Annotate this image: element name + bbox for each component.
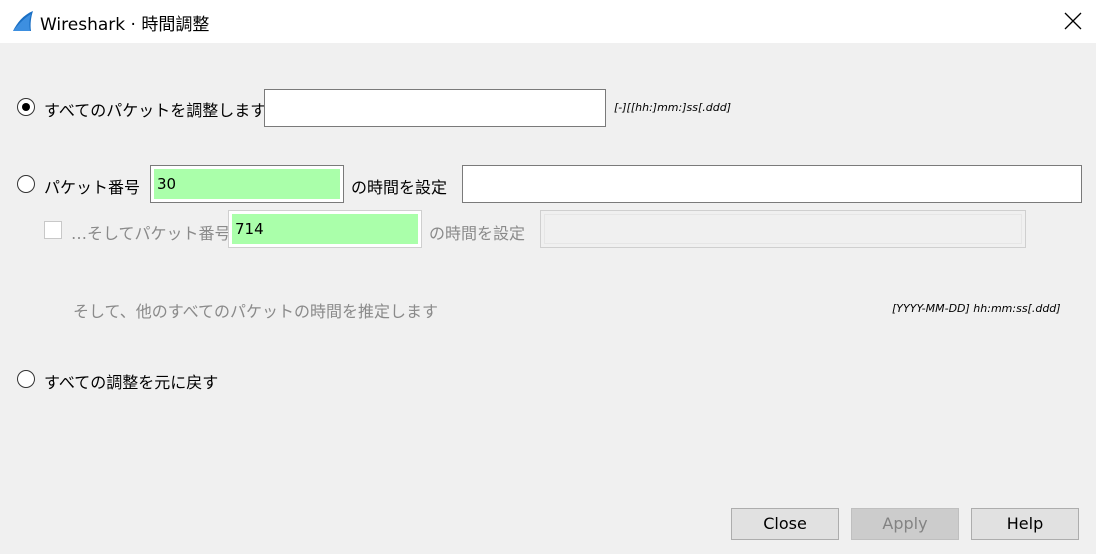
help-button[interactable]: Help: [971, 508, 1079, 540]
packet-number-value: 30: [154, 169, 340, 199]
undo-all-label[interactable]: すべての調整を元に戻す: [44, 369, 218, 393]
undo-all-radio[interactable]: [17, 370, 35, 388]
adjust-all-label[interactable]: すべてのパケットを調整します: [44, 97, 266, 121]
window-title: Wireshark · 時間調整: [40, 15, 210, 35]
second-packet-checkbox[interactable]: [44, 221, 62, 239]
wireshark-fin-icon: [13, 11, 33, 31]
set-time-label: の時間を設定: [351, 178, 448, 197]
adjust-all-radio[interactable]: [17, 98, 35, 116]
apply-button[interactable]: Apply: [851, 508, 959, 540]
packet-number-label[interactable]: パケット番号: [44, 174, 140, 198]
adjust-time-format-hint: [-][[hh:]mm:]ss[.ddd]: [614, 101, 731, 114]
packet-number-input[interactable]: 30: [150, 165, 344, 203]
second-set-time-label: の時間を設定: [429, 224, 526, 243]
second-packet-time-inner: [544, 214, 1022, 244]
datetime-format-hint: [YYYY-MM-DD] hh:mm:ss[.ddd]: [892, 302, 1061, 315]
close-button[interactable]: Close: [731, 508, 839, 540]
set-packet-time-radio[interactable]: [17, 175, 35, 193]
title-bar: Wireshark · 時間調整: [0, 0, 1096, 43]
packet-time-input[interactable]: [462, 165, 1082, 203]
second-packet-time-input[interactable]: [540, 210, 1026, 248]
extrapolate-note: そして、他のすべてのパケットの時間を推定します: [73, 302, 438, 321]
close-icon[interactable]: [1062, 10, 1084, 32]
second-packet-number-value: 714: [232, 214, 418, 244]
adjust-all-time-input[interactable]: [264, 89, 606, 127]
second-packet-label: …そしてパケット番号: [71, 224, 231, 243]
second-packet-number-input[interactable]: 714: [228, 210, 422, 248]
